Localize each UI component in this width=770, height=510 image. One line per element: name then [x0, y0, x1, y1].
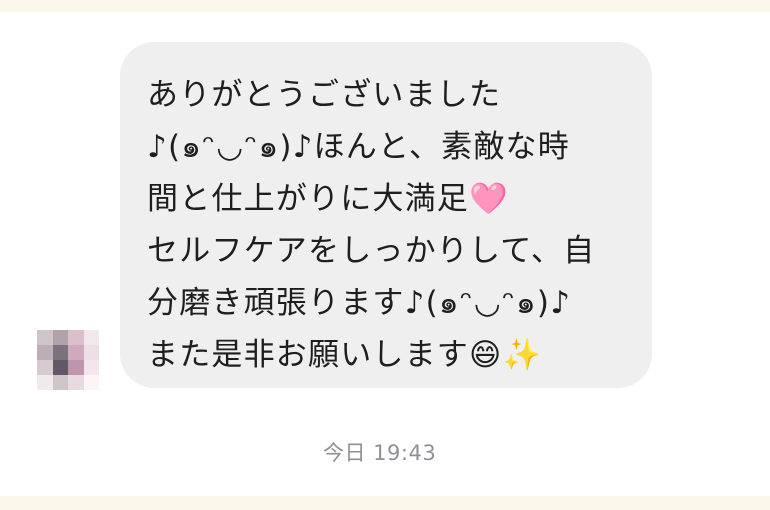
top-divider-band [0, 0, 770, 12]
avatar-mosaic-pixel [83, 360, 99, 375]
avatar-mosaic-pixel [52, 330, 68, 345]
avatar-mosaic-pixel [83, 375, 99, 390]
avatar-mosaic-pixel [52, 375, 68, 390]
message-bubble[interactable]: ありがとうございました ♪(๑ᵔ◡ᵔ๑)♪ほんと、素敵な時 間と仕上がりに大満足… [120, 42, 652, 388]
avatar-mosaic-pixel [37, 330, 53, 345]
avatar-mosaic-pixel [68, 375, 84, 390]
message-line: セルフケアをしっかりして、自 [147, 233, 596, 269]
message-line: 分磨き頑張ります♪(๑ᵔ◡ᵔ๑)♪ [147, 285, 572, 321]
avatar-mosaic-pixel [37, 345, 53, 360]
bottom-divider-band [0, 496, 770, 510]
message-timestamp: 今日 19:43 [323, 441, 437, 465]
avatar-mosaic-pixel [68, 330, 84, 345]
sender-avatar[interactable] [37, 330, 99, 390]
avatar-mosaic-pixel [68, 360, 84, 375]
avatar-mosaic-pixel [37, 375, 53, 390]
avatar-mosaic-pixel [83, 330, 99, 345]
message-line: ♪(๑ᵔ◡ᵔ๑)♪ほんと、素敵な時 [147, 129, 570, 165]
message-line: 間と仕上がりに大満足🩷 [147, 181, 509, 217]
avatar-mosaic-pixel [37, 360, 53, 375]
message-line: ありがとうございました [147, 77, 502, 113]
avatar-mosaic-pixel [68, 345, 84, 360]
chat-thread[interactable]: ありがとうございました ♪(๑ᵔ◡ᵔ๑)♪ほんと、素敵な時 間と仕上がりに大満足… [0, 12, 770, 496]
avatar-mosaic-pixel [52, 345, 68, 360]
message-line: また是非お願いします😄✨ [147, 337, 543, 373]
avatar-mosaic-pixel [83, 345, 99, 360]
avatar-mosaic-pixel [52, 360, 68, 375]
